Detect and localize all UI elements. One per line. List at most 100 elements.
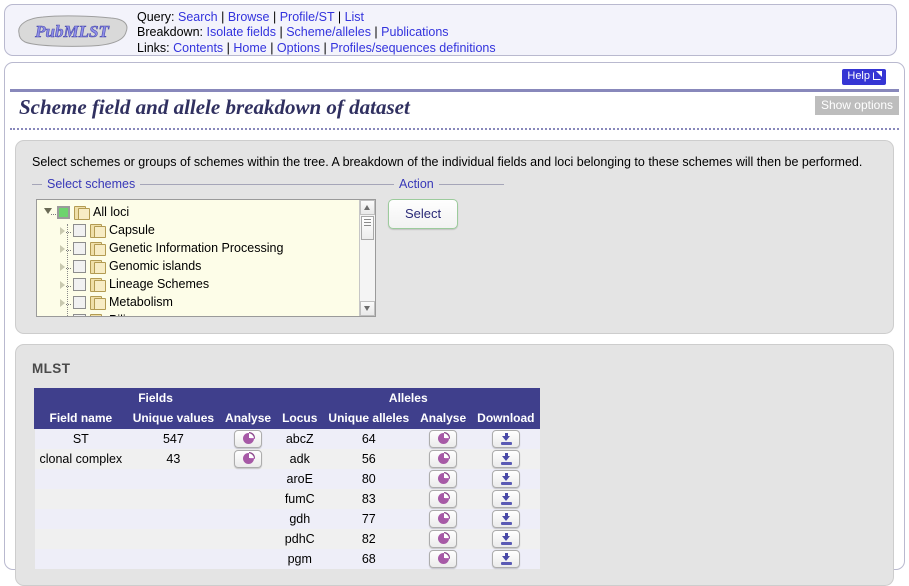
cell-field-name — [34, 489, 128, 509]
title-strip: Scheme field and allele breakdown of dat… — [10, 89, 899, 130]
expand-triangle-icon[interactable] — [59, 278, 72, 291]
nav-link-scheme-alleles[interactable]: Scheme/alleles — [286, 25, 371, 39]
cell-download — [471, 549, 540, 569]
download-button[interactable] — [491, 430, 520, 448]
download-icon — [500, 493, 512, 505]
show-options-tab[interactable]: Show options — [814, 96, 899, 115]
main-content-box: Help Scheme field and allele breakdown o… — [4, 62, 905, 586]
nav-link-browse[interactable]: Browse — [228, 10, 270, 24]
table-row: pgm 68 — [34, 549, 540, 569]
pubmlst-logo: PubMLST — [18, 15, 128, 47]
cell-field-name — [34, 529, 128, 549]
nav-link-list[interactable]: List — [345, 10, 364, 24]
cell-download — [471, 529, 540, 549]
cell-unique-values: 547 — [127, 428, 220, 449]
cell-unique-values — [127, 489, 220, 509]
table-row: pdhC 82 — [34, 529, 540, 549]
download-icon — [500, 533, 512, 545]
column-header-download: Download — [471, 408, 541, 429]
download-button[interactable] — [491, 510, 520, 528]
help-button[interactable]: Help — [842, 69, 886, 85]
cell-unique-alleles: 68 — [322, 549, 415, 569]
tree-item-metabolism[interactable]: Metabolism — [37, 293, 359, 311]
table-group-header-row: Fields Alleles — [33, 388, 541, 409]
nav-link-options[interactable]: Options — [277, 41, 320, 55]
nav-link-publications[interactable]: Publications — [381, 25, 448, 39]
download-button[interactable] — [491, 530, 520, 548]
cell-fields-analyse — [219, 428, 277, 449]
nav-row-breakdown: Breakdown: Isolate fields | Scheme/allel… — [137, 25, 449, 40]
tree-checkbox-genetic-information-processing[interactable] — [73, 241, 86, 255]
analyse-button[interactable] — [234, 430, 263, 448]
tree-item-genomic-islands[interactable]: Genomic islands — [37, 257, 359, 275]
expand-triangle-icon[interactable] — [59, 296, 72, 309]
download-button[interactable] — [491, 550, 520, 568]
table-column-header-row: Field name Unique values Analyse Locus U… — [34, 408, 541, 429]
nav-link-profiles-sequences-definitions[interactable]: Profiles/sequences definitions — [330, 41, 495, 55]
analyse-button[interactable] — [429, 430, 458, 448]
tree-checkbox-metabolism[interactable] — [73, 295, 86, 309]
select-button[interactable]: Select — [388, 199, 459, 229]
analyse-button[interactable] — [429, 550, 458, 568]
analyse-button[interactable] — [234, 450, 263, 468]
group-header-alleles: Alleles — [276, 388, 541, 409]
expand-triangle-icon[interactable] — [59, 260, 72, 273]
tree-checkbox-pilin[interactable] — [73, 313, 86, 316]
tree-scrollbar[interactable] — [359, 200, 375, 316]
cell-unique-values — [127, 529, 220, 549]
table-row: gdh 77 — [34, 509, 540, 529]
nav-link-home[interactable]: Home — [233, 41, 266, 55]
scheme-tree[interactable]: All loci Capsule Genetic Information Pro… — [36, 199, 376, 317]
tree-checkbox-genomic-islands[interactable] — [73, 259, 86, 273]
expand-triangle-icon[interactable] — [59, 242, 72, 255]
analyse-button[interactable] — [429, 470, 458, 488]
expand-triangle-icon[interactable] — [59, 314, 72, 317]
nav-link-isolate-fields[interactable]: Isolate fields — [207, 25, 276, 39]
group-header-fields: Fields — [33, 388, 278, 409]
folder-icon — [90, 241, 106, 256]
nav-link-contents[interactable]: Contents — [173, 41, 223, 55]
external-link-icon — [873, 71, 882, 80]
scheme-selection-panel: Select schemes or groups of schemes with… — [15, 140, 894, 334]
pie-chart-icon — [438, 532, 451, 544]
analyse-button[interactable] — [429, 490, 458, 508]
download-button[interactable] — [491, 470, 520, 488]
cell-unique-values — [127, 509, 220, 529]
download-icon — [500, 473, 512, 485]
expand-triangle-icon[interactable] — [59, 224, 72, 237]
tree-item-all-loci[interactable]: All loci — [37, 203, 359, 221]
tree-label-genomic-islands: Genomic islands — [109, 259, 202, 273]
breakdown-table: Fields Alleles Field name Unique values … — [33, 388, 541, 569]
tree-item-capsule[interactable]: Capsule — [37, 221, 359, 239]
tree-item-genetic-information-processing[interactable]: Genetic Information Processing — [37, 239, 359, 257]
analyse-button[interactable] — [429, 450, 458, 468]
cell-alleles-analyse — [414, 469, 472, 489]
tree-item-pilin[interactable]: Pilin — [37, 311, 359, 317]
download-button[interactable] — [491, 450, 520, 468]
cell-fields-analyse — [219, 509, 277, 529]
cell-download — [471, 489, 540, 509]
analyse-button[interactable] — [429, 510, 458, 528]
pie-chart-icon — [438, 452, 451, 464]
tree-checkbox-lineage-schemes[interactable] — [73, 277, 86, 291]
scroll-up-button[interactable] — [360, 200, 375, 215]
download-icon — [500, 553, 512, 565]
cell-unique-alleles: 80 — [322, 469, 415, 489]
scrollbar-thumb[interactable] — [361, 216, 374, 240]
nav-link-profile-st[interactable]: Profile/ST — [280, 10, 335, 24]
tree-label-metabolism: Metabolism — [109, 295, 173, 309]
download-button[interactable] — [491, 490, 520, 508]
results-panel: MLST Fields Alleles Field name Unique va… — [15, 344, 894, 586]
scroll-down-button[interactable] — [360, 301, 375, 316]
analyse-button[interactable] — [429, 530, 458, 548]
collapse-triangle-icon[interactable] — [43, 206, 56, 219]
cell-unique-alleles: 82 — [322, 529, 415, 549]
tree-item-lineage-schemes[interactable]: Lineage Schemes — [37, 275, 359, 293]
cell-locus: pgm — [276, 549, 323, 569]
cell-field-name — [34, 469, 128, 489]
nav-link-search[interactable]: Search — [178, 10, 218, 24]
nav-row-query: Query: Search | Browse | Profile/ST | Li… — [137, 10, 365, 24]
cell-unique-values: 43 — [127, 449, 220, 469]
tree-checkbox-all-loci[interactable] — [57, 205, 70, 219]
tree-checkbox-capsule[interactable] — [73, 223, 86, 237]
